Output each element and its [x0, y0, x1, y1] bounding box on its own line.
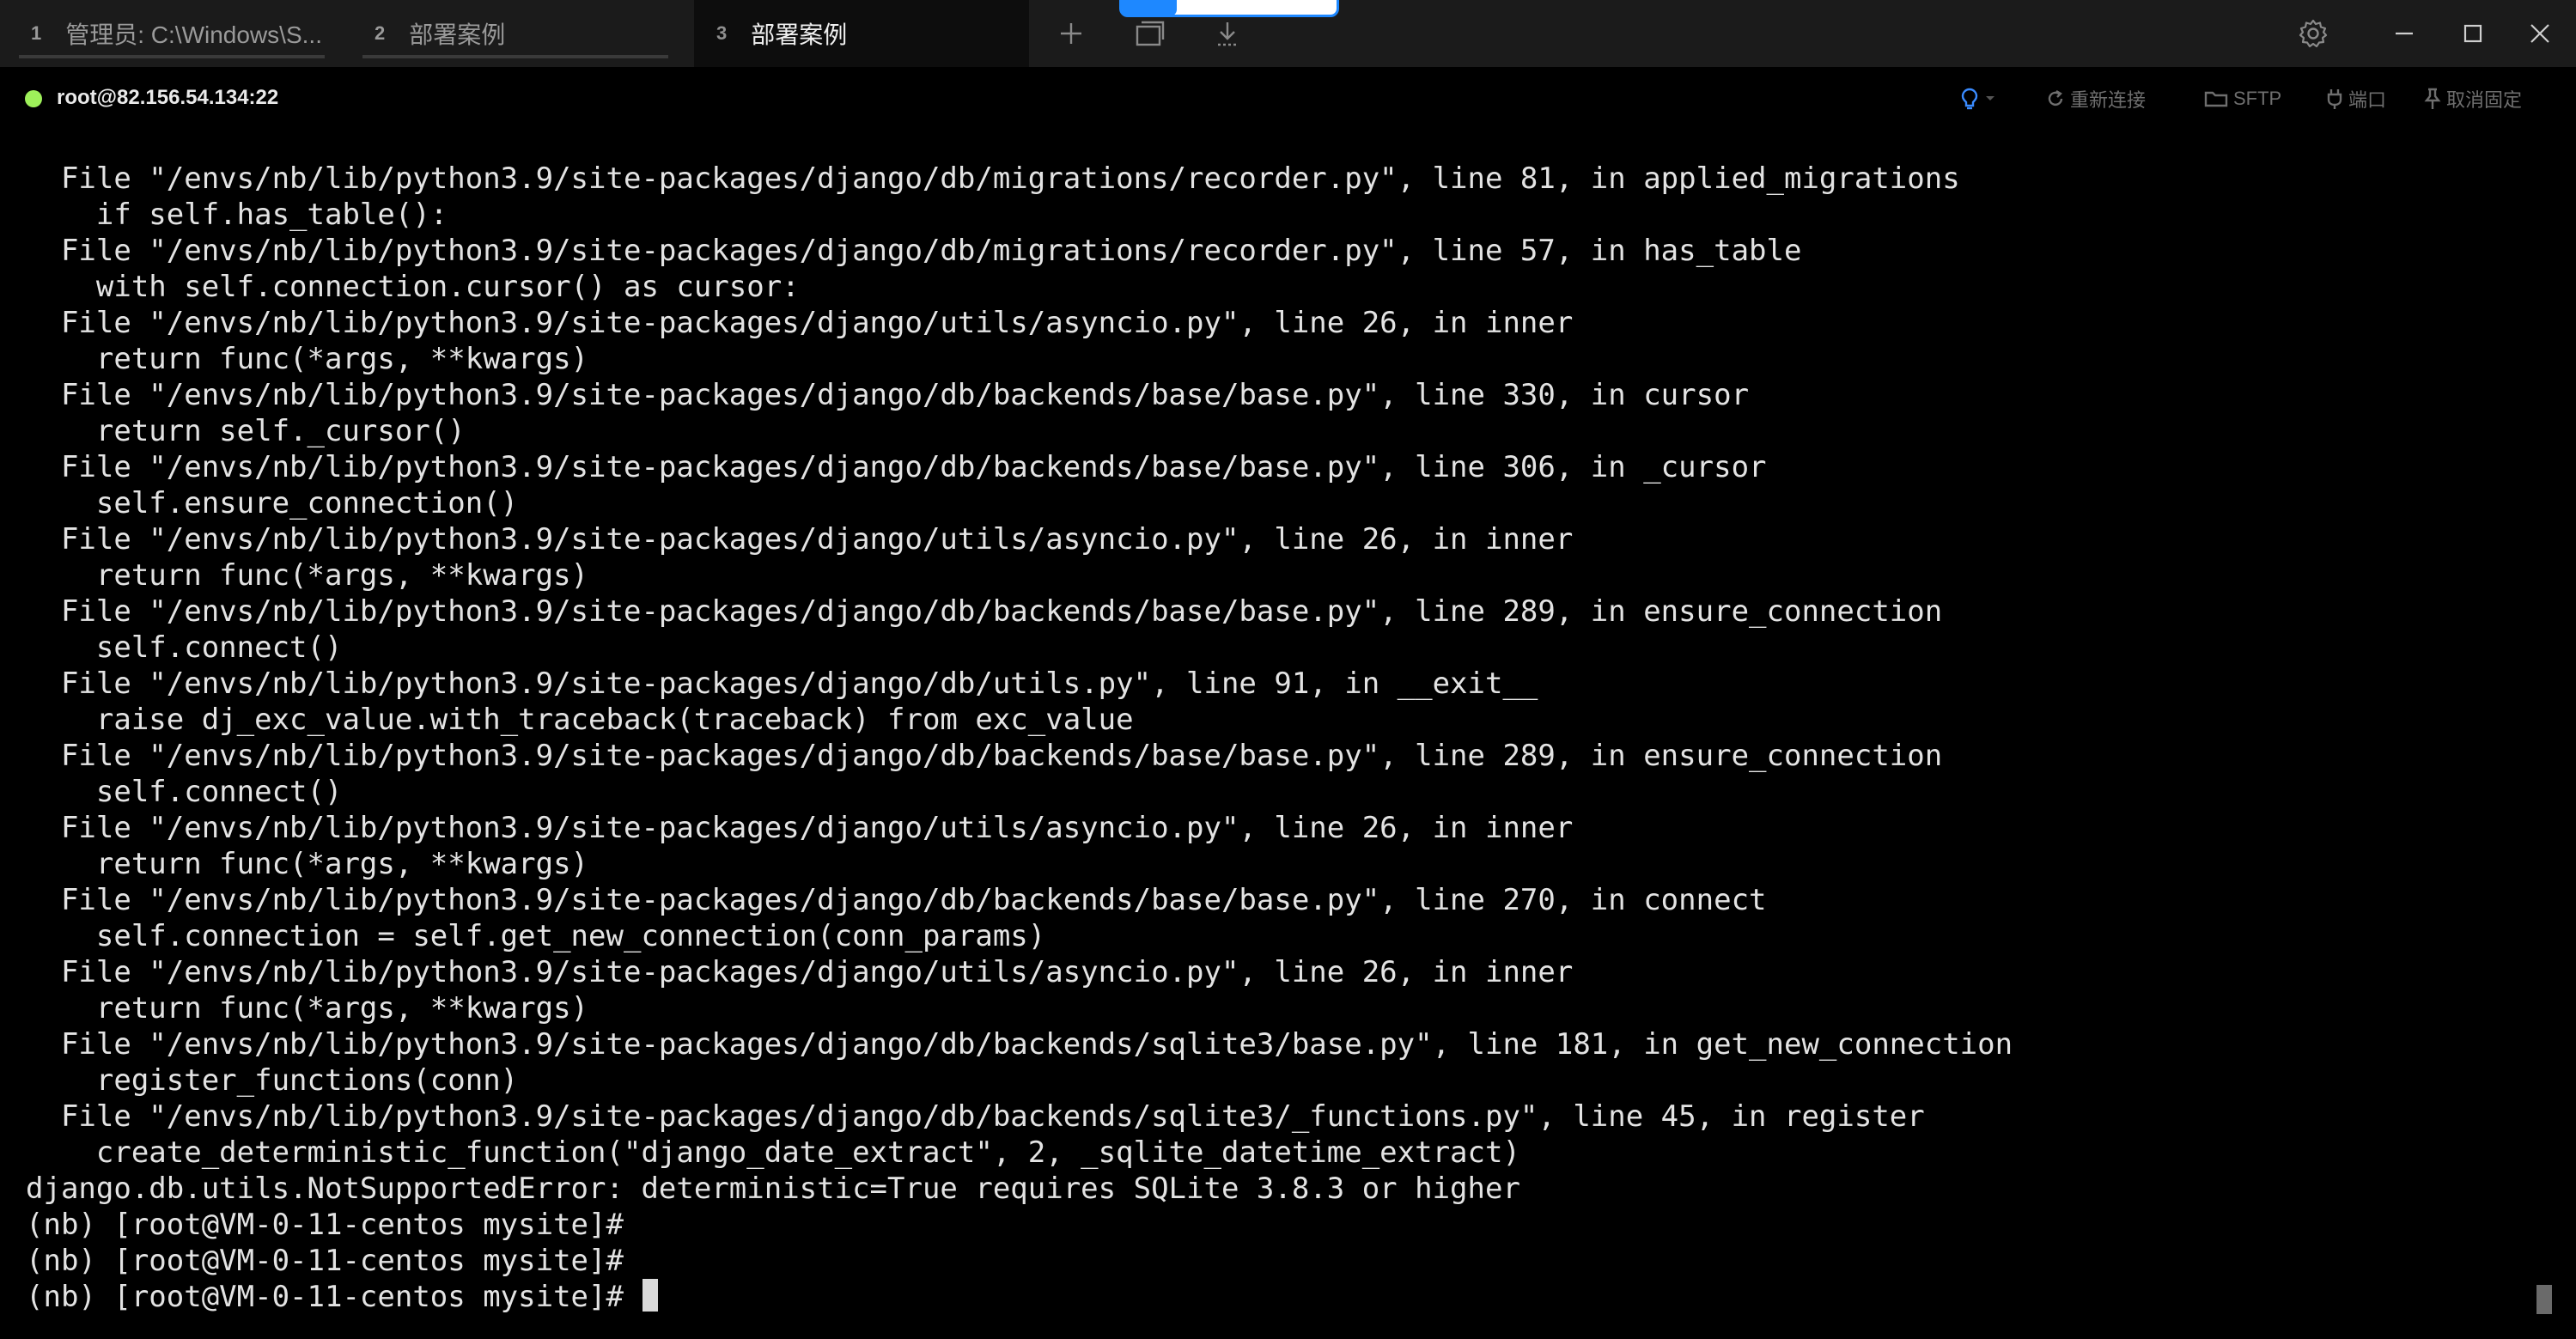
tab-title: 部署案例	[751, 21, 848, 48]
pin-icon	[2424, 88, 2441, 110]
terminal-line: File "/envs/nb/lib/python3.9/site-packag…	[26, 161, 1960, 196]
terminal-line: File "/envs/nb/lib/python3.9/site-packag…	[26, 666, 1538, 701]
terminal-line: register_functions(conn)	[26, 1063, 519, 1098]
terminal-line: File "/envs/nb/lib/python3.9/site-packag…	[26, 450, 1767, 484]
terminal-line: self.connect()	[26, 630, 343, 665]
sftp-button[interactable]: SFTP	[2204, 84, 2281, 113]
terminal-line: File "/envs/nb/lib/python3.9/site-packag…	[26, 955, 1574, 989]
terminal-line: with self.connection.cursor() as cursor:	[26, 270, 800, 304]
reconnect-button[interactable]: 重新连接	[2046, 84, 2146, 113]
sftp-label: SFTP	[2233, 88, 2282, 109]
chevron-down-icon	[1984, 94, 1996, 103]
terminal-line: File "/envs/nb/lib/python3.9/site-packag…	[26, 522, 1574, 557]
terminal-line: return func(*args, **kwargs)	[26, 558, 589, 593]
plug-icon	[2326, 88, 2343, 110]
tab-title: 管理员: C:\Windows\S...	[65, 21, 322, 48]
terminal-prompt: (nb) [root@VM-0-11-centos mysite]#	[26, 1280, 642, 1314]
connection-status-indicator	[25, 90, 42, 107]
terminal-line: self.ensure_connection()	[26, 486, 519, 520]
lightbulb-icon	[1960, 87, 1979, 111]
terminal-line: File "/envs/nb/lib/python3.9/site-packag…	[26, 306, 1574, 340]
scrollbar-thumb[interactable]	[2536, 1285, 2552, 1314]
refresh-icon	[2046, 89, 2065, 108]
terminal-cursor	[642, 1279, 659, 1312]
terminal-output[interactable]: File "/envs/nb/lib/python3.9/site-packag…	[26, 161, 2517, 1315]
plus-icon[interactable]	[1050, 12, 1093, 55]
tab-1[interactable]: 1 管理员: C:\Windows\S...	[19, 0, 325, 67]
terminal-line: self.connection = self.get_new_connectio…	[26, 919, 1046, 953]
reconnect-label: 重新连接	[2070, 89, 2147, 111]
hint-button[interactable]	[1960, 84, 2001, 113]
port-button[interactable]: 端口	[2326, 84, 2386, 113]
terminal-line: File "/envs/nb/lib/python3.9/site-packag…	[26, 811, 1574, 845]
terminal-line: raise dj_exc_value.with_traceback(traceb…	[26, 703, 1134, 737]
gear-icon[interactable]	[2292, 12, 2335, 55]
floating-widget[interactable]	[1119, 0, 1339, 17]
terminal-line: File "/envs/nb/lib/python3.9/site-packag…	[26, 883, 1767, 917]
terminal-line: return func(*args, **kwargs)	[26, 991, 589, 1026]
terminal-line: django.db.utils.NotSupportedError: deter…	[26, 1172, 1520, 1206]
close-icon[interactable]	[2518, 12, 2561, 55]
terminal-line: (nb) [root@VM-0-11-centos mysite]#	[26, 1244, 624, 1278]
port-label: 端口	[2348, 89, 2387, 111]
tab-3[interactable]: 3 部署案例	[694, 0, 1029, 67]
terminal-line: if self.has_table():	[26, 198, 448, 232]
tab-number: 3	[716, 22, 728, 44]
terminal-line: File "/envs/nb/lib/python3.9/site-packag…	[26, 1099, 1925, 1134]
terminal-line: File "/envs/nb/lib/python3.9/site-packag…	[26, 739, 1943, 773]
terminal-line: create_deterministic_function("django_da…	[26, 1135, 1520, 1170]
terminal-line: return func(*args, **kwargs)	[26, 847, 589, 881]
minimize-icon[interactable]	[2383, 12, 2426, 55]
terminal-line: return self._cursor()	[26, 414, 466, 448]
tab-number: 1	[31, 22, 42, 44]
unpin-button[interactable]: 取消固定	[2424, 84, 2522, 113]
terminal-line: File "/envs/nb/lib/python3.9/site-packag…	[26, 594, 1943, 629]
title-bar: 1 管理员: C:\Windows\S... 2 部署案例 3 部署案例	[0, 0, 2576, 67]
terminal-line: return func(*args, **kwargs)	[26, 342, 589, 376]
terminal-line: File "/envs/nb/lib/python3.9/site-packag…	[26, 1027, 2013, 1062]
tab-2[interactable]: 2 部署案例	[362, 0, 668, 67]
tab-title: 部署案例	[409, 21, 506, 48]
download-icon[interactable]	[1206, 12, 1249, 55]
unpin-label: 取消固定	[2446, 89, 2523, 111]
session-bar: root@82.156.54.134:22 重新连接 SFTP 端口 取消固定	[0, 67, 2576, 132]
terminal-line: File "/envs/nb/lib/python3.9/site-packag…	[26, 378, 1750, 412]
window-stack-icon[interactable]	[1129, 12, 1172, 55]
session-host: root@82.156.54.134:22	[57, 86, 279, 109]
terminal-line: self.connect()	[26, 775, 343, 809]
widget-badge	[1122, 0, 1177, 16]
terminal-line: (nb) [root@VM-0-11-centos mysite]#	[26, 1208, 624, 1242]
folder-icon	[2204, 89, 2228, 108]
terminal-prompt-line[interactable]: (nb) [root@VM-0-11-centos mysite]#	[26, 1279, 2517, 1315]
tab-number: 2	[375, 22, 386, 44]
maximize-icon[interactable]	[2451, 12, 2494, 55]
terminal-line: File "/envs/nb/lib/python3.9/site-packag…	[26, 234, 1802, 268]
